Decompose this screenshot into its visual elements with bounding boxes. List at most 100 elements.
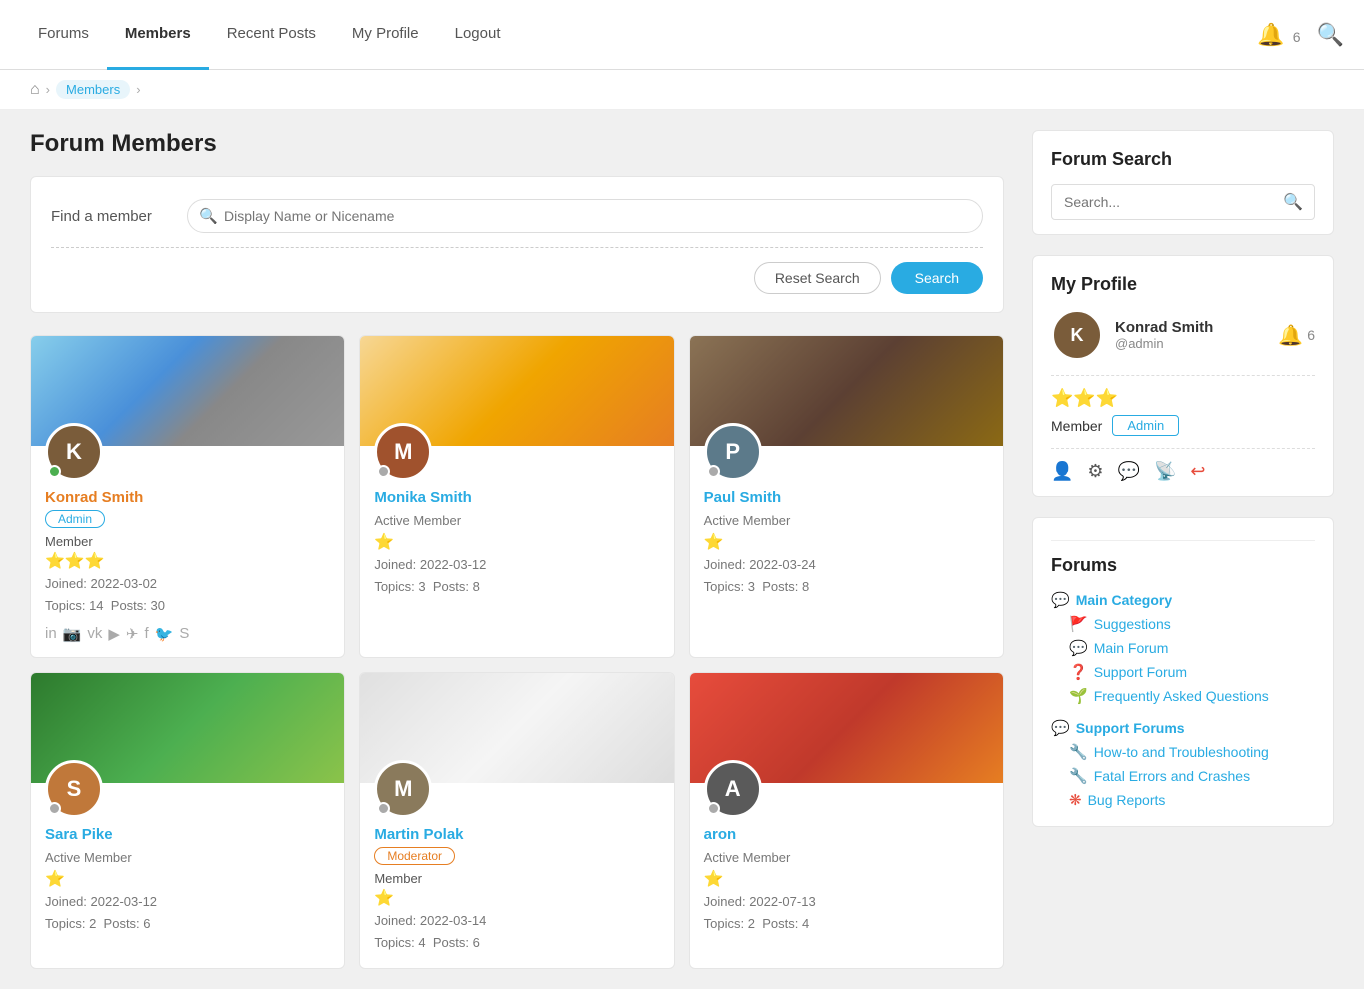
member-avatar-wrap: M [374,423,432,481]
member-card-body: Paul Smith Active Member ⭐ Joined: 2022-… [690,481,1003,612]
member-role: Active Member [374,510,659,532]
member-card-body: aron Active Member ⭐ Joined: 2022-07-13 … [690,818,1003,949]
nav-logout[interactable]: Logout [437,0,519,70]
find-member-buttons: Reset Search Search [51,262,983,294]
profile-rss-icon[interactable]: 📡 [1154,461,1176,482]
profile-actions: 👤 ⚙ 💬 📡 ↩ [1051,461,1315,482]
howto-link[interactable]: How-to and Troubleshooting [1094,744,1269,760]
bug-reports-icon: ❋ [1069,791,1082,809]
support-forum-icon: ❓ [1069,663,1088,681]
member-avatar-wrap: P [704,423,762,481]
profile-exit-icon[interactable]: ↩ [1190,461,1205,482]
page-title: Forum Members [30,130,1004,158]
forum-list-item: 🌱 Frequently Asked Questions [1051,684,1315,708]
profile-person-icon[interactable]: 👤 [1051,461,1073,482]
member-stars: ⭐ [45,869,330,889]
forum-list-item: 💬 Main Forum [1051,636,1315,660]
vk-icon[interactable]: vk [87,625,102,643]
suggestions-link[interactable]: Suggestions [1094,616,1171,632]
profile-chat-icon[interactable]: 💬 [1118,461,1140,482]
profile-name: Konrad Smith [1115,319,1213,336]
member-stars: ⭐ [704,869,989,889]
member-topics-posts: Topics: 2 Posts: 6 [45,913,330,935]
profile-row: K Konrad Smith @admin 🔔 6 [1051,309,1315,376]
find-search-icon: 🔍 [199,207,218,225]
forums-section: Forums 💬 Main Category 🚩 Suggestions 💬 M… [1032,517,1334,827]
forum-list-item: 🔧 How-to and Troubleshooting [1051,740,1315,764]
profile-notif-count: 6 [1307,327,1315,343]
forum-category: 💬 Support Forums [1051,716,1315,740]
main-category-label: 💬 Main Category [1051,591,1315,609]
profile-member-label: Member [1051,418,1102,434]
member-joined: Joined: 2022-03-14 [374,910,659,932]
nav-members[interactable]: Members [107,0,209,70]
profile-notification[interactable]: 🔔 6 [1278,323,1315,348]
member-card-body: Sara Pike Active Member ⭐ Joined: 2022-0… [31,818,344,949]
forum-list-item: ❓ Support Forum [1051,660,1315,684]
search-icon-top[interactable]: 🔍 [1317,22,1344,48]
support-forums-category-label: 💬 Support Forums [1051,719,1315,737]
main-forum-link[interactable]: Main Forum [1094,640,1169,656]
howto-icon: 🔧 [1069,743,1088,761]
member-card: M Martin Polak Moderator Member ⭐ Joined… [359,672,674,969]
instagram-icon[interactable]: 📷 [63,625,82,643]
member-name[interactable]: Martin Polak [374,826,659,843]
member-stars: ⭐ [704,532,989,552]
member-name[interactable]: Konrad Smith [45,489,330,506]
profile-settings-icon[interactable]: ⚙ [1087,461,1103,482]
support-forums-link[interactable]: Support Forums [1076,720,1185,736]
main-category-link[interactable]: Main Category [1076,592,1172,608]
forum-search-title: Forum Search [1051,149,1315,170]
member-joined: Joined: 2022-03-02 [45,573,330,595]
find-member-input-wrap: 🔍 [187,199,983,233]
forum-search-section: Forum Search 🔍 [1032,130,1334,235]
bug-reports-link[interactable]: Bug Reports [1088,792,1166,808]
facebook-icon[interactable]: f [145,625,149,643]
suggestions-icon: 🚩 [1069,615,1088,633]
member-card: K Konrad Smith Admin Member ⭐⭐⭐ Joined: … [30,335,345,658]
faq-link[interactable]: Frequently Asked Questions [1094,688,1269,704]
find-member-row: Find a member 🔍 [51,199,983,233]
member-name[interactable]: Sara Pike [45,826,330,843]
member-avatar-wrap: A [704,760,762,818]
twitter-icon[interactable]: 🐦 [155,625,174,643]
nav-my-profile[interactable]: My Profile [334,0,437,70]
reset-search-button[interactable]: Reset Search [754,262,881,294]
home-icon[interactable]: ⌂ [30,81,40,99]
member-avatar-wrap: S [45,760,103,818]
member-stars: ⭐ [374,532,659,552]
member-badge: Moderator [374,847,455,865]
skype-icon[interactable]: S [179,625,189,643]
forum-search-input[interactable] [1051,184,1315,220]
profile-stars: ⭐⭐⭐ [1051,388,1315,409]
linkedin-icon[interactable]: in [45,625,57,643]
member-topics-posts: Topics: 3 Posts: 8 [704,576,989,598]
nav-recent-posts[interactable]: Recent Posts [209,0,334,70]
find-member-label: Find a member [51,208,171,225]
member-card-body: Konrad Smith Admin Member ⭐⭐⭐ Joined: 20… [31,481,344,657]
forums-title: Forums [1051,540,1315,576]
member-card-body: Monika Smith Active Member ⭐ Joined: 202… [360,481,673,612]
notification-bell[interactable]: 🔔 6 [1257,22,1300,48]
find-member-input[interactable] [187,199,983,233]
member-avatar-wrap: M [374,760,432,818]
support-forum-link[interactable]: Support Forum [1094,664,1187,680]
member-name[interactable]: aron [704,826,989,843]
nav-forums[interactable]: Forums [20,0,107,70]
member-card-body: Martin Polak Moderator Member ⭐ Joined: … [360,818,673,968]
member-name[interactable]: Monika Smith [374,489,659,506]
find-member-divider [51,247,983,248]
find-member-box: Find a member 🔍 Reset Search Search [30,176,1004,313]
status-dot [707,465,720,478]
search-button[interactable]: Search [891,262,983,294]
member-socials: in 📷 vk ▶ ✈ f 🐦 S [45,625,330,643]
status-dot [48,465,61,478]
forum-list: 💬 Main Category 🚩 Suggestions 💬 Main For… [1051,588,1315,812]
profile-info: Konrad Smith @admin [1115,319,1213,351]
forum-search-input-wrap: 🔍 [1051,184,1315,220]
member-topics-posts: Topics: 4 Posts: 6 [374,932,659,954]
fatal-errors-link[interactable]: Fatal Errors and Crashes [1094,768,1250,784]
telegram-icon[interactable]: ✈ [126,625,139,643]
member-name[interactable]: Paul Smith [704,489,989,506]
youtube-icon[interactable]: ▶ [108,625,120,643]
